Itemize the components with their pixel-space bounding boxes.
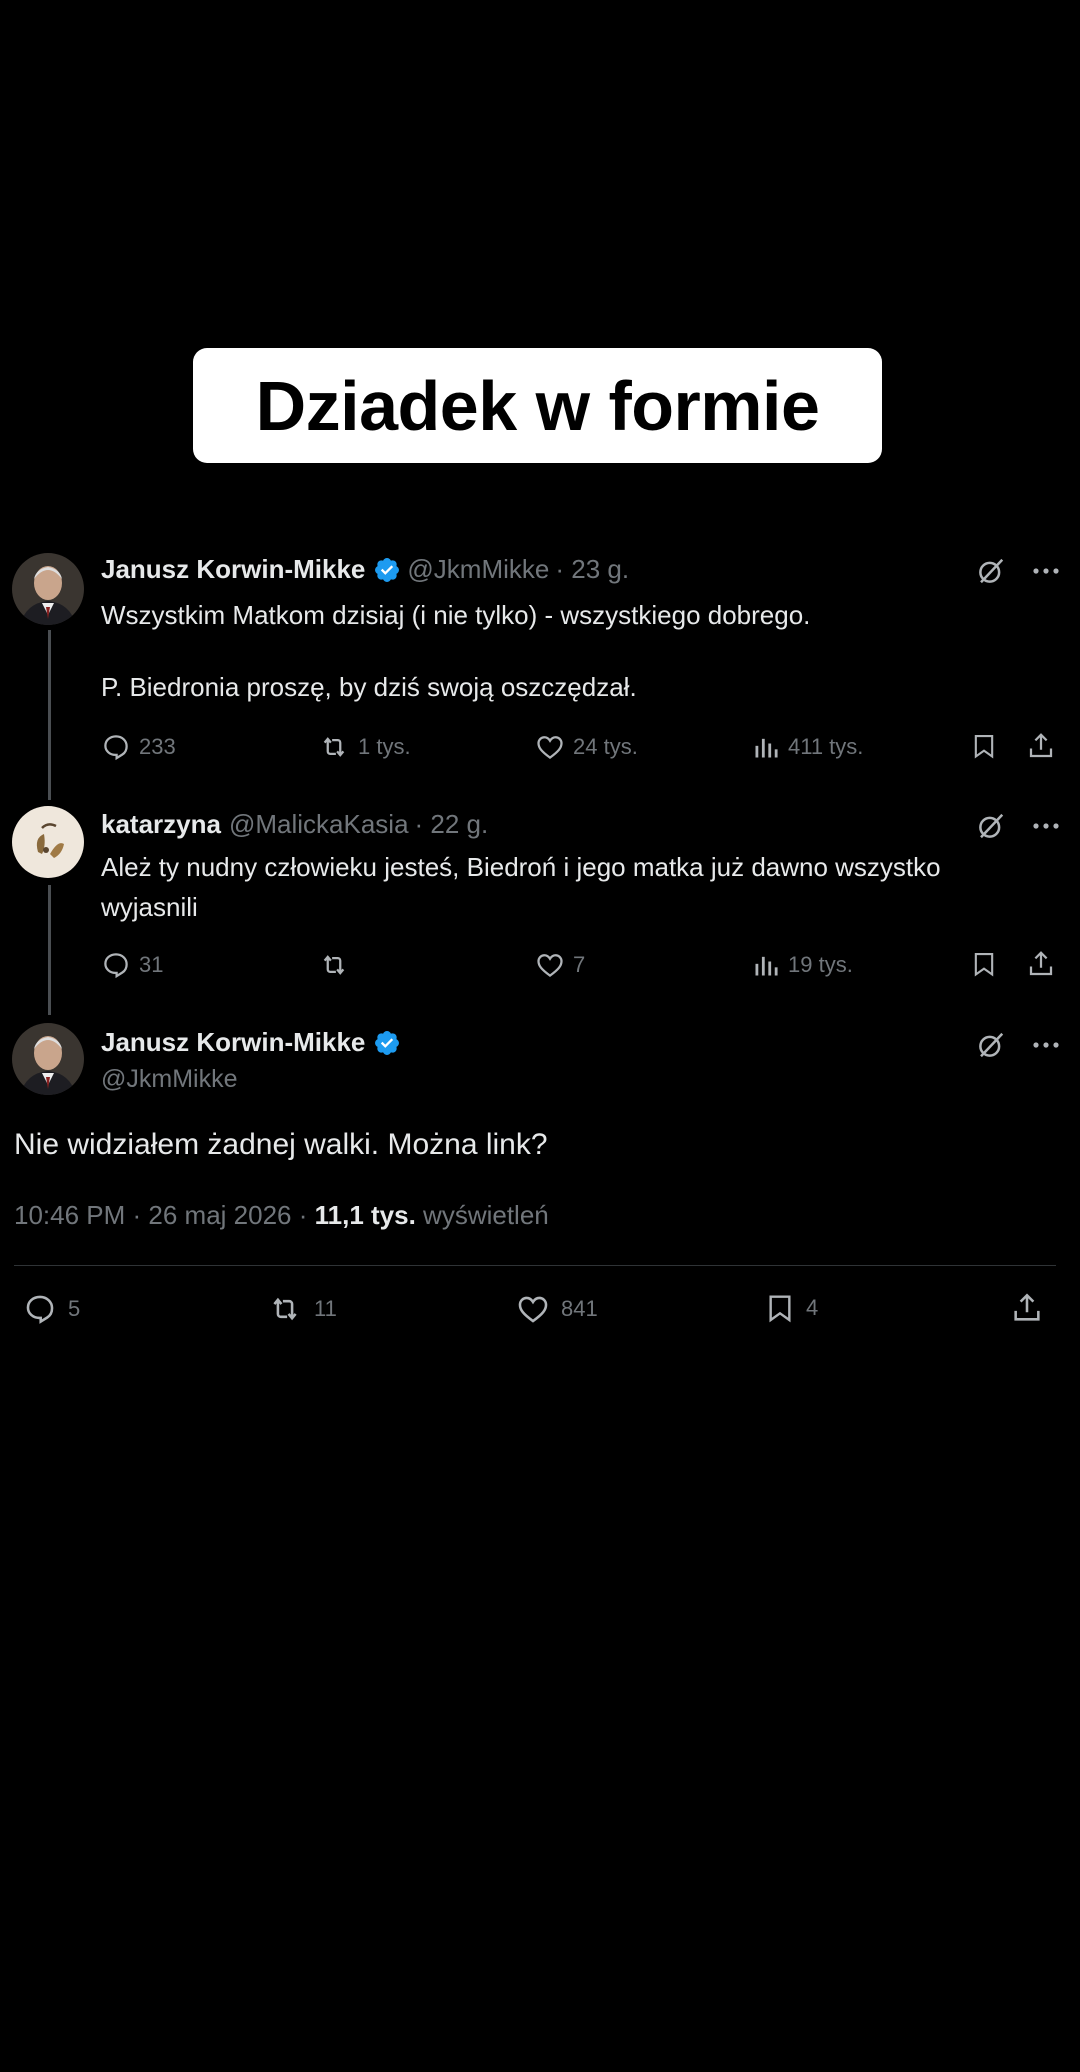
tweet-header: Janusz Korwin-Mikke @JkmMikke · 23 g. (101, 554, 629, 585)
tweet-text-line: wyjasnili (101, 892, 198, 922)
grok-icon[interactable] (976, 811, 1006, 841)
views-count: 11,1 tys. (314, 1200, 416, 1230)
bookmark-button[interactable] (970, 948, 998, 980)
caption-text: Dziadek w formie (255, 366, 820, 445)
repost-button[interactable]: 1 tys. (318, 732, 411, 762)
more-icon[interactable] (1032, 821, 1060, 831)
bookmark-button[interactable]: 4 (764, 1290, 818, 1326)
like-button[interactable]: 24 tys. (535, 732, 638, 762)
tweet-text-line: Ależ ty nudny człowieku jesteś, Biedroń … (101, 852, 941, 882)
timestamp-text[interactable]: 10:46 PM · 26 maj 2026 · (14, 1200, 315, 1230)
avatar[interactable] (12, 1023, 84, 1095)
author-name[interactable]: Janusz Korwin-Mikke (101, 554, 365, 585)
like-icon (537, 954, 563, 978)
tweet-header: katarzyna @MalickaKasia · 22 g. (101, 809, 488, 840)
verified-icon (373, 556, 401, 584)
share-icon (1014, 1293, 1040, 1321)
repost-icon (323, 737, 345, 757)
tweet-actions: 233 1 tys. 24 tys. 411 tys. (0, 730, 1080, 764)
like-button[interactable]: 841 (515, 1292, 598, 1326)
reply-count: 5 (68, 1296, 81, 1321)
repost-button[interactable] (318, 950, 358, 980)
author-name[interactable]: Janusz Korwin-Mikke (101, 1027, 365, 1058)
bookmark-count: 4 (806, 1295, 819, 1320)
like-count: 24 tys. (573, 734, 638, 759)
repost-button[interactable]: 11 (266, 1292, 337, 1326)
verified-icon (373, 1029, 401, 1057)
avatar[interactable] (12, 806, 84, 878)
reply-count: 31 (139, 952, 164, 977)
share-icon (1029, 733, 1053, 758)
tweet-top-actions (976, 811, 1060, 841)
grok-icon[interactable] (976, 556, 1006, 586)
main-tweet-actions: 5 11 841 4 (0, 1290, 1080, 1330)
tweet-text: Wszystkim Matkom dzisiaj (i nie tylko) -… (101, 595, 810, 707)
views-button[interactable]: 411 tys. (752, 732, 863, 762)
like-icon (537, 736, 563, 760)
author-handle[interactable]: @JkmMikke (407, 554, 549, 585)
share-icon (1029, 951, 1053, 976)
like-count: 841 (561, 1296, 598, 1321)
tweet-text: Ależ ty nudny człowieku jesteś, Biedroń … (101, 847, 941, 927)
repost-icon (273, 1297, 297, 1321)
reply-icon (104, 953, 128, 979)
reply-button[interactable]: 233 (101, 732, 176, 762)
divider (14, 1265, 1056, 1266)
author-name[interactable]: katarzyna (101, 809, 221, 840)
bookmark-icon (974, 735, 994, 759)
repost-count: 1 tys. (358, 734, 411, 759)
bookmark-button[interactable] (970, 730, 998, 762)
bookmark-icon (769, 1295, 791, 1323)
share-button[interactable] (1010, 1290, 1044, 1326)
main-tweet-text: Nie widziałem żadnej walki. Można link? (14, 1128, 548, 1161)
grok-icon[interactable] (976, 1030, 1006, 1060)
thread-line (48, 630, 51, 800)
more-icon[interactable] (1032, 1040, 1060, 1050)
reply-icon (104, 735, 128, 761)
reply-button[interactable]: 31 (101, 950, 163, 980)
views-icon (755, 956, 778, 976)
tweet-text-line: P. Biedronia proszę, by dziś swoją oszcz… (101, 672, 637, 702)
tweet-top-actions (976, 1030, 1060, 1060)
author-handle[interactable]: @JkmMikke (101, 1065, 238, 1094)
video-caption: Dziadek w formie (193, 348, 882, 463)
views-icon (755, 738, 778, 758)
views-count: 411 tys. (788, 734, 864, 759)
more-icon[interactable] (1032, 566, 1060, 576)
like-count: 7 (573, 952, 586, 977)
reply-button[interactable]: 5 (22, 1292, 80, 1326)
share-button[interactable] (1026, 730, 1056, 762)
main-tweet-header: Janusz Korwin-Mikke (101, 1027, 407, 1058)
tweet-timestamp: 10:46 PM · 26 maj 2026 · 11,1 tys. wyświ… (14, 1200, 549, 1231)
tweet-time[interactable]: · 22 g. (415, 809, 489, 840)
reply-icon (26, 1295, 54, 1324)
views-label: wyświetleń (415, 1200, 549, 1230)
tweet-text-line: Wszystkim Matkom dzisiaj (i nie tylko) -… (101, 600, 811, 630)
like-icon (518, 1296, 548, 1323)
share-button[interactable] (1026, 948, 1056, 980)
repost-icon (323, 955, 345, 975)
tweet-actions: 31 7 19 tys. (0, 948, 1080, 982)
bookmark-icon (974, 953, 994, 977)
repost-count: 11 (314, 1296, 337, 1321)
views-count: 19 tys. (788, 952, 853, 977)
like-button[interactable]: 7 (535, 950, 585, 980)
views-button[interactable]: 19 tys. (752, 950, 853, 980)
author-handle[interactable]: @MalickaKasia (229, 809, 409, 840)
tweet-time[interactable]: · 23 g. (555, 554, 629, 585)
tweet-top-actions (976, 556, 1060, 586)
avatar[interactable] (12, 553, 84, 625)
reply-count: 233 (139, 734, 176, 759)
